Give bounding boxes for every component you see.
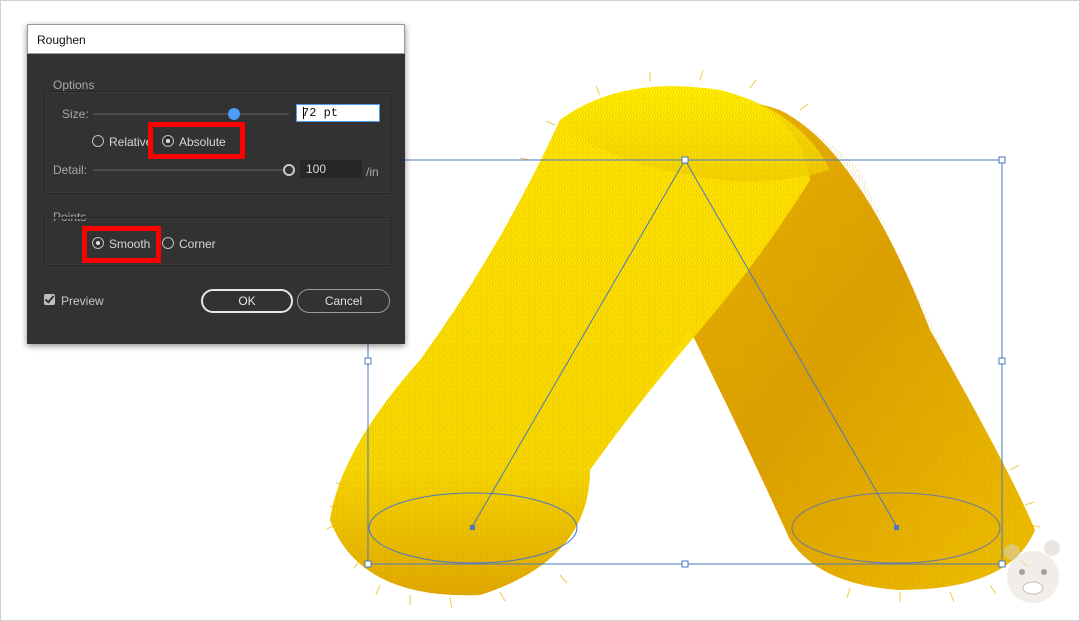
detail-unit: /in <box>366 165 379 179</box>
corner-label: Corner <box>179 237 216 251</box>
smooth-label: Smooth <box>109 237 151 251</box>
roughen-dialog: Roughen Options Size: 72 pt Relative Abs… <box>27 24 405 344</box>
preview-checkbox[interactable] <box>44 294 55 305</box>
bear-face-icon <box>1004 540 1060 603</box>
fur-letter-a <box>326 69 1041 609</box>
smooth-radio[interactable] <box>92 237 104 249</box>
preview-label: Preview <box>61 294 104 308</box>
ok-button[interactable]: OK <box>201 289 293 313</box>
size-input-value: 72 pt <box>302 106 339 120</box>
corner-radio[interactable] <box>162 237 174 249</box>
absolute-radio[interactable] <box>162 135 174 147</box>
relative-radio[interactable] <box>92 135 104 147</box>
size-slider-track[interactable] <box>93 113 289 115</box>
options-group-label: Options <box>53 78 95 92</box>
cancel-button[interactable]: Cancel <box>297 289 390 313</box>
size-slider-thumb[interactable] <box>228 108 241 120</box>
text-caret <box>303 107 304 119</box>
detail-label: Detail: <box>53 163 88 177</box>
detail-input[interactable]: 100 <box>300 160 362 178</box>
detail-slider-thumb[interactable] <box>283 164 295 176</box>
dialog-title: Roughen <box>27 24 405 54</box>
size-label: Size: <box>62 107 89 121</box>
size-input[interactable]: 72 pt <box>296 104 380 122</box>
detail-slider-track[interactable] <box>93 169 283 171</box>
relative-label: Relative <box>109 135 153 149</box>
absolute-label: Absolute <box>179 135 226 149</box>
